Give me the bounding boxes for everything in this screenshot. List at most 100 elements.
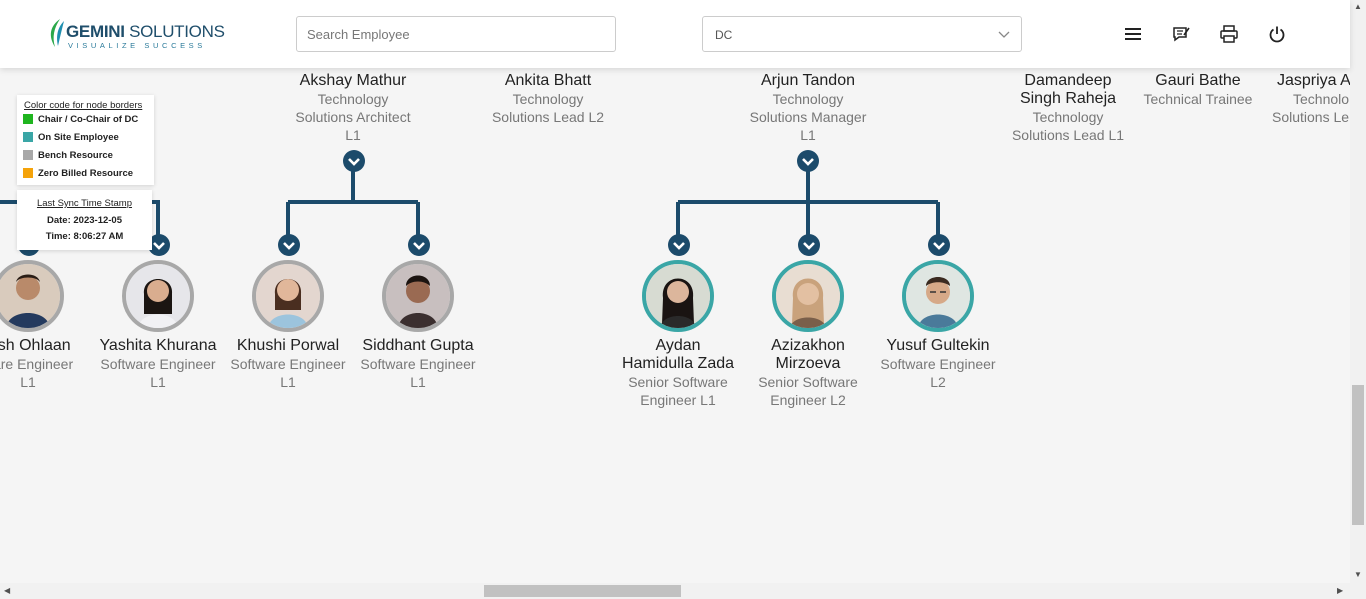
employee-role: Technology bbox=[512, 91, 584, 107]
scroll-right-arrow-icon[interactable]: ▶ bbox=[1337, 586, 1343, 596]
employee-name: Yusuf Gultekin bbox=[886, 337, 990, 354]
employee-node-gauri-bathe[interactable]: Gauri Bathe Technical Trainee bbox=[1123, 72, 1273, 108]
employee-node-yusuf-gultekin[interactable]: Yusuf Gultekin Software Engineer L2 bbox=[863, 337, 1013, 391]
employee-role: Engineer L2 bbox=[770, 392, 846, 408]
employee-level: L1 bbox=[150, 374, 166, 390]
legend-swatch bbox=[23, 114, 33, 124]
employee-role: Engineer L1 bbox=[640, 392, 716, 408]
employee-role: Solutions Architect bbox=[295, 109, 411, 125]
person-photo bbox=[126, 264, 190, 328]
employee-name: Jaspriya A bbox=[1277, 72, 1350, 89]
employee-role: Software Engineer bbox=[880, 356, 996, 372]
employee-node-aydan-hamidulla-zada[interactable]: Aydan Hamidulla Zada Senior Software Eng… bbox=[603, 337, 753, 409]
company-logo[interactable]: GEMINI SOLUTIONS VISUALIZE SUCCESS bbox=[46, 16, 225, 52]
employee-role: Solutions Lead L2 bbox=[491, 109, 605, 125]
employee-name: Akshay Mathur bbox=[299, 72, 407, 89]
employee-name: Yashita Khurana bbox=[99, 337, 217, 354]
collapse-toggle-icon[interactable] bbox=[927, 233, 951, 257]
employee-role: Software Engineer bbox=[230, 356, 346, 372]
vertical-scroll-thumb[interactable] bbox=[1352, 385, 1364, 525]
employee-level: L2 bbox=[930, 374, 946, 390]
employee-level: L1 bbox=[800, 127, 816, 143]
employee-node-azizakhon-mirzoeva[interactable]: Azizakhon Mirzoeva Senior Software Engin… bbox=[733, 337, 883, 409]
logo-wordmark: GEMINI SOLUTIONS bbox=[66, 22, 225, 41]
top-navbar: GEMINI SOLUTIONS VISUALIZE SUCCESS DC bbox=[0, 0, 1350, 68]
collapse-toggle-icon[interactable] bbox=[797, 233, 821, 257]
employee-node-siddhant-gupta[interactable]: Siddhant Gupta Software Engineer L1 bbox=[343, 337, 493, 391]
legend-item-zero-billed: Zero Billed Resource bbox=[23, 168, 148, 183]
employee-role: Technology bbox=[772, 91, 844, 107]
sync-time: Time: 8:06:27 AM bbox=[45, 231, 124, 242]
employee-node-arjun-tandon[interactable]: Arjun Tandon Technology Solutions Manage… bbox=[733, 72, 883, 144]
last-sync-panel: Last Sync Time Stamp Date: 2023-12-05 Ti… bbox=[17, 190, 152, 250]
employee-name: Singh Raheja bbox=[1019, 90, 1117, 107]
employee-avatar[interactable] bbox=[122, 260, 194, 332]
collapse-toggle-icon[interactable] bbox=[342, 149, 366, 173]
print-icon[interactable] bbox=[1219, 24, 1239, 44]
legend-swatch bbox=[23, 168, 33, 178]
employee-role: Technology bbox=[317, 91, 389, 107]
employee-avatar[interactable] bbox=[772, 260, 844, 332]
employee-avatar[interactable] bbox=[902, 260, 974, 332]
employee-node-khushi-porwal[interactable]: Khushi Porwal Software Engineer L1 bbox=[213, 337, 363, 391]
legend-item-chair: Chair / Co-Chair of DC bbox=[23, 114, 148, 129]
employee-avatar[interactable] bbox=[382, 260, 454, 332]
person-photo bbox=[0, 264, 60, 328]
collapse-toggle-icon[interactable] bbox=[407, 233, 431, 257]
employee-role: Technical Trainee bbox=[1143, 91, 1253, 107]
employee-role: Software Engineer bbox=[100, 356, 216, 372]
chevron-down-icon bbox=[998, 31, 1010, 38]
employee-name: Gauri Bathe bbox=[1155, 72, 1241, 89]
person-photo bbox=[906, 264, 970, 328]
employee-name: Mirzoeva bbox=[775, 355, 841, 372]
employee-name: Khushi Porwal bbox=[236, 337, 340, 354]
feedback-icon[interactable] bbox=[1171, 24, 1191, 44]
collapse-toggle-icon[interactable] bbox=[667, 233, 691, 257]
employee-name: Ankita Bhatt bbox=[504, 72, 592, 89]
person-photo bbox=[776, 264, 840, 328]
horizontal-scroll-thumb[interactable] bbox=[484, 585, 681, 597]
legend-item-on-site: On Site Employee bbox=[23, 132, 148, 147]
search-employee-input[interactable] bbox=[296, 16, 616, 52]
legend-swatch bbox=[23, 132, 33, 142]
employee-role: Solutions Lead L1 bbox=[1011, 127, 1125, 143]
employee-role: Senior Software bbox=[758, 374, 858, 390]
employee-role: Technology bbox=[1032, 109, 1104, 125]
scroll-up-arrow-icon[interactable]: ▲ bbox=[1354, 2, 1362, 12]
department-select[interactable]: DC bbox=[702, 16, 1022, 52]
scroll-down-arrow-icon[interactable]: ▼ bbox=[1354, 570, 1362, 580]
employee-node-ankita-bhatt[interactable]: Ankita Bhatt Technology Solutions Lead L… bbox=[473, 72, 623, 126]
employee-role: Technolo bbox=[1293, 91, 1350, 107]
legend-title: Color code for node borders bbox=[24, 100, 143, 111]
department-select-value: DC bbox=[715, 28, 733, 42]
employee-name: Arjun Tandon bbox=[761, 72, 855, 89]
employee-level: L1 bbox=[345, 127, 361, 143]
logo-tagline: VISUALIZE SUCCESS bbox=[68, 41, 206, 50]
collapse-toggle-icon[interactable] bbox=[277, 233, 301, 257]
person-photo bbox=[386, 264, 450, 328]
employee-avatar[interactable] bbox=[642, 260, 714, 332]
person-photo bbox=[646, 264, 710, 328]
collapse-toggle-icon[interactable] bbox=[796, 149, 820, 173]
employee-node-jaspriya[interactable]: Jaspriya A Technolo Solutions Le bbox=[1253, 72, 1350, 126]
vertical-scrollbar[interactable]: ▲ ▼ bbox=[1350, 0, 1366, 583]
scroll-left-arrow-icon[interactable]: ◀ bbox=[4, 586, 10, 596]
employee-node-akshay-mathur[interactable]: Akshay Mathur Technology Solutions Archi… bbox=[278, 72, 428, 144]
employee-level: L1 bbox=[410, 374, 426, 390]
employee-role: Solutions Manager bbox=[749, 109, 867, 125]
employee-name: Hamidulla Zada bbox=[621, 355, 735, 372]
sync-title: Last Sync Time Stamp bbox=[36, 198, 133, 209]
horizontal-scrollbar[interactable]: ◀ ▶ bbox=[0, 583, 1366, 599]
power-icon[interactable] bbox=[1267, 24, 1287, 44]
org-chart: Akshay Mathur Technology Solutions Archi… bbox=[0, 68, 1350, 582]
menu-icon[interactable] bbox=[1123, 24, 1143, 44]
employee-node-damandeep-singh-raheja[interactable]: Damandeep Singh Raheja Technology Soluti… bbox=[993, 72, 1143, 144]
employee-avatar[interactable] bbox=[252, 260, 324, 332]
employee-node-yashita-khurana[interactable]: Yashita Khurana Software Engineer L1 bbox=[83, 337, 233, 391]
employee-name: Damandeep bbox=[1024, 72, 1112, 89]
border-color-legend: Color code for node borders Chair / Co-C… bbox=[17, 95, 154, 185]
sync-date: Date: 2023-12-05 bbox=[47, 215, 122, 226]
employee-name: Aydan bbox=[655, 337, 701, 354]
employee-name: Azizakhon bbox=[771, 337, 845, 354]
employee-name: Siddhant Gupta bbox=[362, 337, 474, 354]
